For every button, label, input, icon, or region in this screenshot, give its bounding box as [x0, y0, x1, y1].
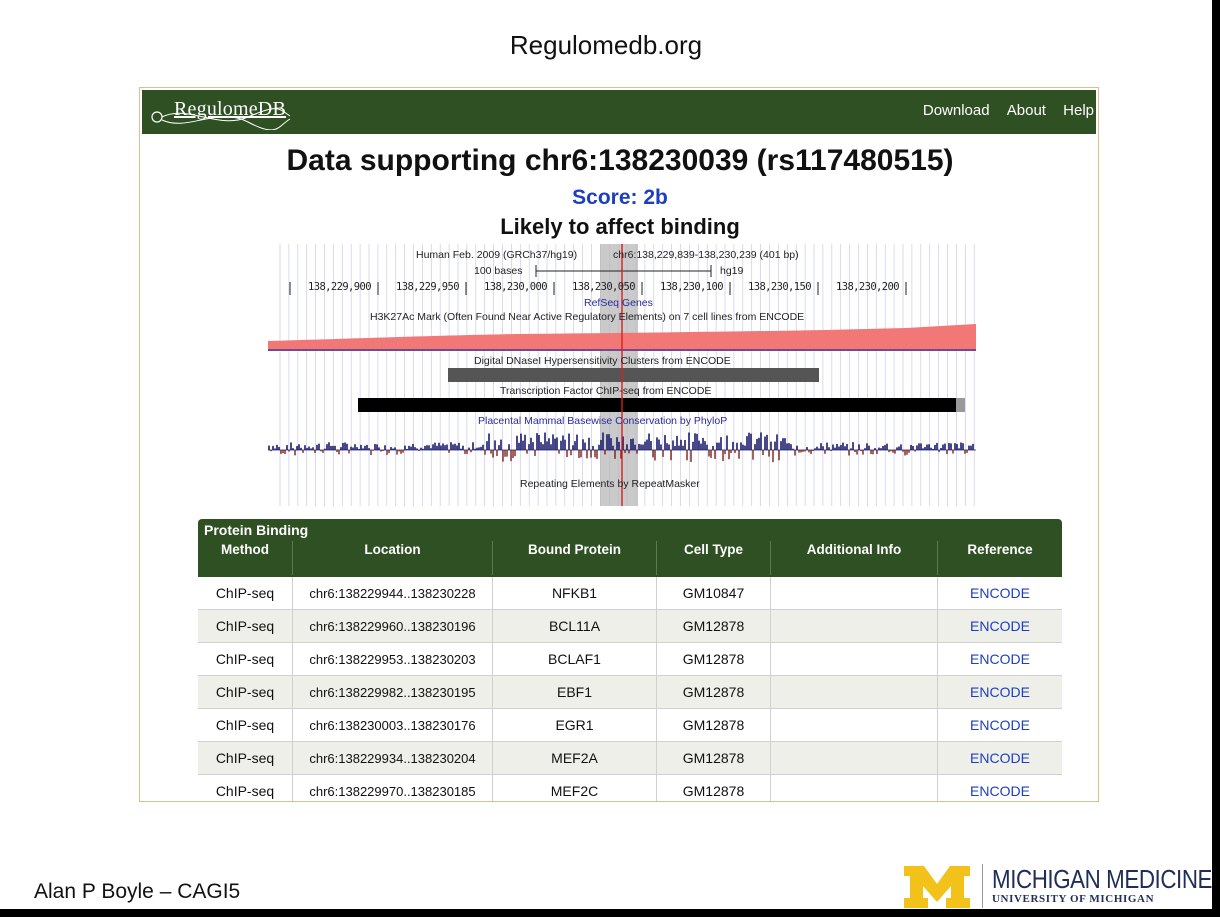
nav-help[interactable]: Help: [1063, 102, 1094, 119]
column-header-cell-type[interactable]: Cell Type: [657, 541, 771, 575]
cell-type-cell: GM12878: [657, 775, 771, 801]
slide: Regulomedb.org RegulomeDB Download About…: [0, 0, 1212, 909]
tick-label: 138,230,100: [660, 281, 724, 293]
bound-protein-cell: BCLAF1: [493, 643, 657, 676]
regulomedb-logo[interactable]: RegulomeDB: [148, 94, 293, 131]
bound-protein-cell: BCL11A: [493, 610, 657, 643]
regulomedb-screenshot: RegulomeDB Download About Help Data supp…: [139, 87, 1099, 802]
tick-label: 138,230,000: [484, 281, 548, 293]
bound-protein-cell: EGR1: [493, 709, 657, 742]
location-cell: chr6:138229982..138230195: [293, 676, 493, 709]
encode-reference-link[interactable]: ENCODE: [938, 709, 1062, 742]
tfbs-track-label: Transcription Factor ChIP-seq from ENCOD…: [500, 385, 712, 397]
university-wordmark: UNIVERSITY OF MICHIGAN: [992, 893, 1155, 905]
protein-binding-table: Protein Binding Method Location Bound Pr…: [198, 519, 1062, 801]
encode-reference-link[interactable]: ENCODE: [938, 610, 1062, 643]
location-cell: chr6:138229953..138230203: [293, 643, 493, 676]
cell-type-cell: GM10847: [657, 577, 771, 610]
encode-reference-link[interactable]: ENCODE: [938, 676, 1062, 709]
tfbs-bar-end: [956, 398, 965, 412]
table-row: ChIP-seq chr6:138229960..138230196 BCL11A G…: [198, 610, 1062, 643]
logo-divider: [982, 864, 983, 908]
table-row: ChIP-seq chr6:138229982..138230195 EBF1 GM1…: [198, 676, 1062, 709]
encode-reference-link[interactable]: ENCODE: [938, 643, 1062, 676]
table-header: Protein Binding Method Location Bound Pr…: [198, 519, 1062, 577]
encode-reference-link[interactable]: ENCODE: [938, 577, 1062, 610]
nav-download[interactable]: Download: [923, 102, 990, 119]
presenter-credit: Alan P Boyle – CAGI5: [34, 880, 241, 903]
genome-label: hg19: [720, 265, 744, 277]
h3k27ac-track-label: H3K27Ac Mark (Often Found Near Active Re…: [370, 311, 805, 323]
method-cell: ChIP-seq: [198, 643, 293, 676]
table-row: ChIP-seq chr6:138229970..138230185 MEF2C GM…: [198, 775, 1062, 801]
table-row: ChIP-seq chr6:138229953..138230203 BCLAF1 G…: [198, 643, 1062, 676]
score-label: Score: 2b: [572, 186, 668, 209]
tick-label: 138,229,900: [308, 281, 372, 293]
column-header-method[interactable]: Method: [198, 541, 293, 575]
logo-text: RegulomeDB: [174, 98, 286, 120]
table-row: ChIP-seq chr6:138229934..138230204 MEF2A GM…: [198, 742, 1062, 775]
phylop-track-label: Placental Mammal Basewise Conservation b…: [478, 415, 728, 427]
location-cell: chr6:138230003..138230176: [293, 709, 493, 742]
slide-title: Regulomedb.org: [509, 30, 703, 60]
table-caption: Protein Binding: [204, 522, 309, 538]
genome-browser-image[interactable]: Human Feb. 2009 (GRCh37/hg19) chr6:138,2…: [266, 244, 978, 506]
additional-info-cell: [771, 676, 938, 709]
table-row: ChIP-seq chr6:138230003..138230176 EGR1 GM1…: [198, 709, 1062, 742]
encode-reference-link[interactable]: ENCODE: [938, 775, 1062, 801]
michigan-medicine-logo: MICHIGAN MEDICINE UNIVERSITY OF MICHIGAN: [902, 862, 1212, 908]
additional-info-cell: [771, 610, 938, 643]
refseq-track-label: RefSeq Genes: [584, 297, 653, 309]
bound-protein-cell: MEF2C: [493, 775, 657, 801]
repeat-track-label: Repeating Elements by RepeatMasker: [520, 478, 700, 490]
table-row: ChIP-seq chr6:138229944..138230228 NFKB1 GM…: [198, 577, 1062, 610]
cell-type-cell: GM12878: [657, 709, 771, 742]
dnase-track-label: Digital DNaseI Hypersensitivity Clusters…: [474, 355, 731, 367]
column-header-location[interactable]: Location: [293, 541, 493, 575]
assembly-label: Human Feb. 2009 (GRCh37/hg19): [416, 249, 578, 261]
column-header-bound-protein[interactable]: Bound Protein: [493, 541, 657, 575]
bound-protein-cell: MEF2A: [493, 742, 657, 775]
additional-info-cell: [771, 643, 938, 676]
cell-type-cell: GM12878: [657, 676, 771, 709]
column-header-reference[interactable]: Reference: [938, 541, 1062, 575]
region-label: chr6:138,229,839-138,230,239 (401 bp): [613, 249, 799, 261]
additional-info-cell: [771, 775, 938, 801]
location-cell: chr6:138229944..138230228: [293, 577, 493, 610]
method-cell: ChIP-seq: [198, 577, 293, 610]
bound-protein-cell: EBF1: [493, 676, 657, 709]
location-cell: chr6:138229970..138230185: [293, 775, 493, 801]
scale-label: 100 bases: [474, 265, 523, 277]
encode-reference-link[interactable]: ENCODE: [938, 742, 1062, 775]
top-nav: Download About Help: [910, 102, 1094, 119]
tfbs-bar: [358, 398, 965, 412]
block-m-icon: [904, 866, 970, 908]
tick-label: 138,230,050: [572, 281, 636, 293]
dnase-cluster-bar: [448, 368, 819, 382]
method-cell: ChIP-seq: [198, 676, 293, 709]
method-cell: ChIP-seq: [198, 775, 293, 801]
location-cell: chr6:138229960..138230196: [293, 610, 493, 643]
additional-info-cell: [771, 577, 938, 610]
tick-label: 138,230,150: [748, 281, 812, 293]
cell-type-cell: GM12878: [657, 610, 771, 643]
michigan-medicine-wordmark: MICHIGAN MEDICINE: [992, 864, 1213, 894]
nav-about[interactable]: About: [1007, 102, 1046, 119]
method-cell: ChIP-seq: [198, 610, 293, 643]
bound-protein-cell: NFKB1: [493, 577, 657, 610]
location-cell: chr6:138229934..138230204: [293, 742, 493, 775]
additional-info-cell: [771, 742, 938, 775]
cell-type-cell: GM12878: [657, 742, 771, 775]
position-ticks: 138,229,900 138,229,950 138,230,000 138,…: [288, 281, 968, 297]
method-cell: ChIP-seq: [198, 742, 293, 775]
method-cell: ChIP-seq: [198, 709, 293, 742]
score-description: Likely to affect binding: [500, 214, 740, 239]
tick-label: 138,229,950: [396, 281, 460, 293]
cell-type-cell: GM12878: [657, 643, 771, 676]
additional-info-cell: [771, 709, 938, 742]
page-title: Data supporting chr6:138230039 (rs117480…: [286, 144, 954, 177]
tick-label: 138,230,200: [836, 281, 900, 293]
site-header: RegulomeDB Download About Help: [142, 90, 1096, 134]
column-header-additional-info[interactable]: Additional Info: [771, 541, 938, 575]
